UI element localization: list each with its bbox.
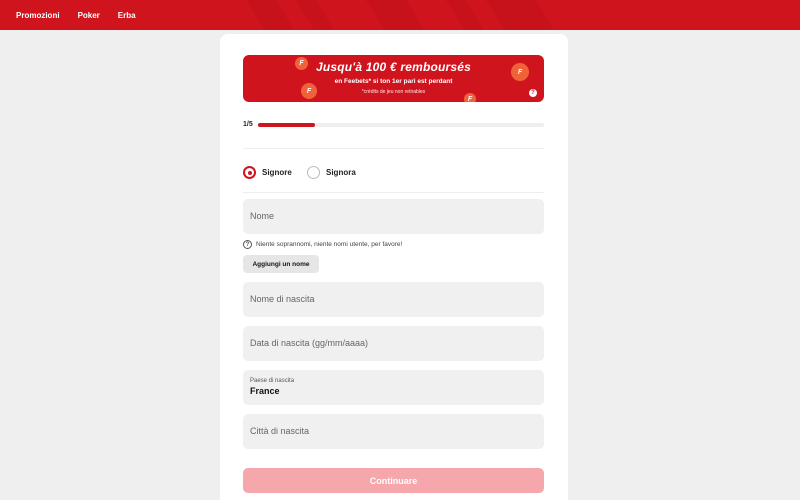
add-name-button[interactable]: Aggiungi un nome xyxy=(243,255,319,273)
radio-signore[interactable]: Signore xyxy=(243,166,292,179)
nav-promozioni[interactable]: Promozioni xyxy=(16,11,60,20)
top-bar: Promozioni Poker Erba xyxy=(0,0,800,30)
radio-label: Signore xyxy=(262,168,292,177)
name-hint: ? Niente soprannomi, niente nomi utente,… xyxy=(243,240,402,249)
radio-signora[interactable]: Signora xyxy=(307,166,356,179)
banner-headline: Jusqu'à 100 € remboursés xyxy=(315,60,472,74)
birth-country-select[interactable]: Paese di nascita France xyxy=(243,370,544,405)
birth-city-placeholder: Città di nascita xyxy=(250,426,310,436)
step-indicator: 1/5 xyxy=(243,121,253,128)
birth-date-field[interactable]: Data di nascita (gg/mm/aaaa) xyxy=(243,326,544,361)
registration-card: F F F F Jusqu'à 100 € remboursés en Feeb… xyxy=(220,34,568,500)
birth-name-field[interactable]: Nome di nascita xyxy=(243,282,544,317)
radio-checked-icon xyxy=(243,166,256,179)
first-name-placeholder: Nome xyxy=(250,211,275,221)
banner-footnote: *crédits de jeu non retirables xyxy=(361,89,426,95)
birth-date-placeholder: Data di nascita (gg/mm/aaaa) xyxy=(250,338,369,348)
birth-country-value: France xyxy=(250,386,280,396)
banner-subline: en Feebets* si ton 1er pari est perdant xyxy=(334,78,453,85)
first-name-field[interactable]: Nome xyxy=(243,199,544,234)
hint-text: Niente soprannomi, niente nomi utente, p… xyxy=(256,241,403,248)
divider xyxy=(243,148,544,149)
question-icon: ? xyxy=(243,240,252,249)
radio-label: Signora xyxy=(326,168,356,177)
birth-name-placeholder: Nome di nascita xyxy=(250,294,315,304)
nav-poker[interactable]: Poker xyxy=(78,11,100,20)
promo-banner[interactable]: F F F F Jusqu'à 100 € remboursés en Feeb… xyxy=(243,55,544,102)
birth-city-field[interactable]: Città di nascita xyxy=(243,414,544,449)
info-icon[interactable]: ? xyxy=(529,89,537,97)
birth-country-label: Paese di nascita xyxy=(250,378,295,384)
main-nav: Promozioni Poker Erba xyxy=(16,0,136,30)
progress-bar xyxy=(258,123,544,127)
divider xyxy=(243,192,544,193)
header-decoration xyxy=(246,0,554,30)
radio-unchecked-icon xyxy=(307,166,320,179)
continue-button[interactable]: Continuare xyxy=(243,468,544,493)
nav-erba[interactable]: Erba xyxy=(118,11,136,20)
progress-fill xyxy=(258,123,316,127)
